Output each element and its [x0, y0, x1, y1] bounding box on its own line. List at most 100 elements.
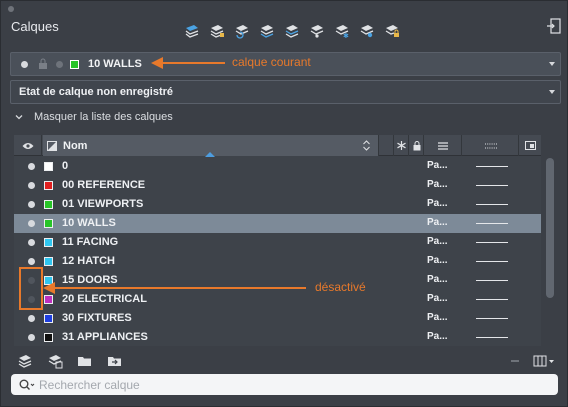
column-lineweight[interactable]	[463, 135, 519, 156]
column-freeze[interactable]	[395, 135, 409, 156]
visibility-toggle-icon[interactable]	[28, 163, 35, 170]
columns-menu-icon[interactable]	[533, 353, 557, 369]
layer-lineweight[interactable]	[476, 280, 508, 281]
column-lock[interactable]	[410, 135, 424, 156]
layers-panel: Calques ✱ 10 WALLS Etat de calque non en…	[0, 0, 568, 407]
search-icon	[19, 379, 35, 390]
layer-properties-icon[interactable]	[204, 21, 229, 41]
table-row[interactable]: 01 VIEWPORTS Pa...	[14, 195, 541, 214]
visibility-toggle-icon[interactable]	[28, 182, 35, 189]
table-row[interactable]: 0 Pa...	[14, 157, 541, 176]
visibility-toggle-icon[interactable]	[28, 258, 35, 265]
layer-linetype[interactable]: Pa...	[427, 274, 448, 285]
layer-lineweight[interactable]	[476, 242, 508, 243]
layer-color-swatch[interactable]	[44, 162, 53, 171]
layer-refresh-icon[interactable]	[229, 21, 254, 41]
layer-linetype[interactable]: Pa...	[427, 160, 448, 171]
column-visibility[interactable]	[14, 135, 42, 156]
new-layer-icon[interactable]	[17, 353, 33, 369]
minus-icon[interactable]	[507, 353, 523, 369]
layer-linetype[interactable]: Pa...	[427, 255, 448, 266]
layer-color-swatch[interactable]	[44, 181, 53, 190]
folder-save-icon[interactable]	[107, 353, 123, 369]
table-row[interactable]: 20 ELECTRICAL Pa...	[14, 290, 541, 309]
layer-lineweight[interactable]	[476, 261, 508, 262]
layer-color-swatch[interactable]	[44, 314, 53, 323]
layer-name: 00 REFERENCE	[62, 179, 146, 191]
layer-lineweight[interactable]	[476, 185, 508, 186]
layer-isolate-icon[interactable]	[304, 21, 329, 41]
annotation-disabled-box	[19, 267, 43, 310]
table-row[interactable]: 30 FIXTURES Pa...	[14, 309, 541, 328]
layer-linetype[interactable]: Pa...	[427, 179, 448, 190]
table-row[interactable]: 31 APPLIANCES Pa...	[14, 328, 541, 346]
visibility-toggle-icon[interactable]	[28, 220, 35, 227]
visibility-toggle-icon[interactable]	[28, 201, 35, 208]
layer-name: 12 HATCH	[62, 255, 115, 267]
layer-lineweight[interactable]	[476, 223, 508, 224]
layer-name: 11 FACING	[62, 236, 119, 248]
layer-state-label: Etat de calque non enregistré	[19, 86, 174, 98]
layer-lineweight[interactable]	[476, 337, 508, 338]
layer-table: Nom 0 Pa... 00 REFERENCE Pa... 01 VIEWPORTS P…	[14, 135, 541, 346]
table-row[interactable]: 00 REFERENCE Pa...	[14, 176, 541, 195]
chevron-down-icon	[549, 90, 555, 94]
search-input[interactable]	[39, 377, 519, 392]
layer-lineweight[interactable]	[476, 299, 508, 300]
column-resize-handle[interactable]	[380, 135, 394, 156]
layer-color-swatch[interactable]	[44, 219, 53, 228]
layer-name: 20 ELECTRICAL	[62, 293, 147, 305]
layer-name: 15 DOORS	[62, 274, 118, 286]
column-linetype[interactable]	[425, 135, 462, 156]
visibility-toggle-icon[interactable]	[28, 334, 35, 341]
annotation-disabled: désactivé	[315, 280, 366, 294]
toggle-layer-list[interactable]: Masquer la liste des calques	[15, 111, 173, 123]
layer-name: 10 WALLS	[62, 217, 116, 229]
search-field[interactable]	[11, 374, 558, 395]
layer-color-swatch	[70, 59, 79, 69]
layer-color-swatch[interactable]	[44, 333, 53, 342]
layer-color-swatch[interactable]	[44, 238, 53, 247]
bottom-toolbar	[11, 351, 559, 371]
chevron-down-icon	[15, 115, 23, 120]
layer-color-swatch[interactable]	[44, 295, 53, 304]
layer-state-dropdown[interactable]: Etat de calque non enregistré	[10, 80, 561, 104]
column-settings[interactable]	[520, 135, 541, 156]
layer-freeze-icon[interactable]: ✱	[329, 21, 354, 41]
scrollbar[interactable]	[546, 158, 554, 298]
layer-lineweight[interactable]	[476, 166, 508, 167]
folder-open-icon[interactable]	[77, 353, 93, 369]
layer-lock-icon[interactable]	[379, 21, 404, 41]
layer-lineweight[interactable]	[476, 204, 508, 205]
visibility-toggle-icon[interactable]	[28, 315, 35, 322]
layer-color-swatch[interactable]	[44, 200, 53, 209]
layer-color-swatch[interactable]	[44, 257, 53, 266]
annotation-current-layer: calque courant	[232, 55, 311, 69]
table-row[interactable]: 10 WALLS Pa...	[14, 214, 541, 233]
current-layer-name: 10 WALLS	[88, 58, 142, 70]
new-layer-icon[interactable]	[179, 21, 204, 41]
chevron-down-icon	[549, 62, 555, 66]
dock-panel-icon[interactable]	[547, 18, 561, 34]
toggle-layer-list-label: Masquer la liste des calques	[34, 111, 173, 123]
layer-linetype[interactable]: Pa...	[427, 198, 448, 209]
new-layer-vp-icon[interactable]	[47, 353, 63, 369]
table-row[interactable]: 12 HATCH Pa...	[14, 252, 541, 271]
layer-previous-icon[interactable]	[279, 21, 304, 41]
lock-icon	[39, 58, 47, 69]
panel-grip[interactable]	[8, 6, 14, 12]
table-row[interactable]: 11 FACING Pa...	[14, 233, 541, 252]
layer-linetype[interactable]: Pa...	[427, 217, 448, 228]
layer-linetype[interactable]: Pa...	[427, 293, 448, 304]
layer-match-icon[interactable]	[254, 21, 279, 41]
layer-lineweight[interactable]	[476, 318, 508, 319]
layer-linetype[interactable]: Pa...	[427, 312, 448, 323]
lock-icon	[413, 140, 420, 150]
visibility-toggle-icon[interactable]	[28, 239, 35, 246]
layer-off-icon[interactable]	[354, 21, 379, 41]
color-column-icon	[47, 140, 57, 151]
table-header: Nom	[14, 135, 541, 157]
layer-linetype[interactable]: Pa...	[427, 236, 448, 247]
layer-name: 0	[62, 160, 69, 172]
layer-linetype[interactable]: Pa...	[427, 331, 448, 342]
